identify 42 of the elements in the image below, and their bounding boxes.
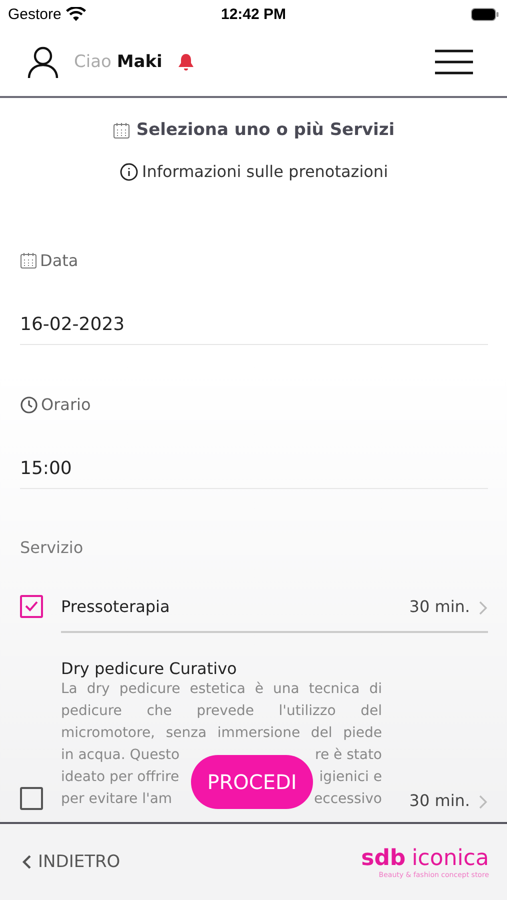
chevron-right-icon	[478, 794, 488, 810]
carrier-name: Gestore	[8, 6, 62, 22]
service-duration: 30 min.	[409, 597, 470, 616]
checkbox[interactable]	[20, 787, 43, 810]
field-value: 15:00	[20, 458, 73, 479]
menu-icon[interactable]	[435, 49, 473, 75]
description-text: La dry pedicure estetica è una tecnica di	[61, 680, 382, 699]
field-label: Data	[40, 251, 78, 270]
service-name: Dry pedicure Curativo	[61, 659, 238, 678]
battery-icon	[471, 8, 500, 20]
proceed-button[interactable]: PROCEDI	[191, 755, 313, 809]
clock-icon	[20, 396, 38, 414]
chevron-left-icon	[22, 854, 32, 870]
service-name: Pressoterapia	[61, 597, 171, 616]
calendar-icon	[113, 122, 130, 138]
form-field[interactable]: Orario 15:00	[20, 345, 488, 489]
chevron-right-icon	[478, 600, 488, 616]
description-text: re è stato	[315, 746, 382, 765]
form-field[interactable]: Data 16-02-2023	[20, 181, 488, 345]
description-text: in acqua. Questo	[61, 746, 180, 765]
page-title: Seleziona uno o più Servizi	[136, 120, 395, 140]
description-text: per evitare l'am	[61, 790, 172, 809]
description-text: micromotore, senza immersione del piede	[61, 724, 382, 743]
back-button[interactable]: INDIETRO	[22, 852, 120, 872]
description-text: eccessivo	[314, 790, 382, 809]
greeting-text: Ciao Maki	[74, 52, 162, 72]
wifi-icon	[66, 6, 86, 22]
field-label: Orario	[41, 395, 91, 414]
section-label: Servizio	[20, 538, 84, 557]
service-duration: 30 min.	[409, 791, 470, 810]
description-text: ideato per offrire	[61, 768, 180, 787]
info-icon[interactable]	[120, 162, 138, 180]
field-value: 16-02-2023	[20, 314, 126, 335]
checkbox[interactable]	[20, 595, 43, 618]
status-time: 12:42 PM	[220, 6, 286, 22]
bell-icon[interactable]	[176, 52, 196, 72]
description-text: igienici e	[319, 768, 382, 787]
info-link[interactable]: Informazioni sulle prenotazioni	[142, 162, 388, 181]
check-icon	[25, 601, 38, 612]
calendar-icon	[20, 252, 37, 269]
description-text: pedicure che prevede l'utilizzo del	[61, 702, 382, 721]
user-icon[interactable]	[26, 45, 60, 79]
